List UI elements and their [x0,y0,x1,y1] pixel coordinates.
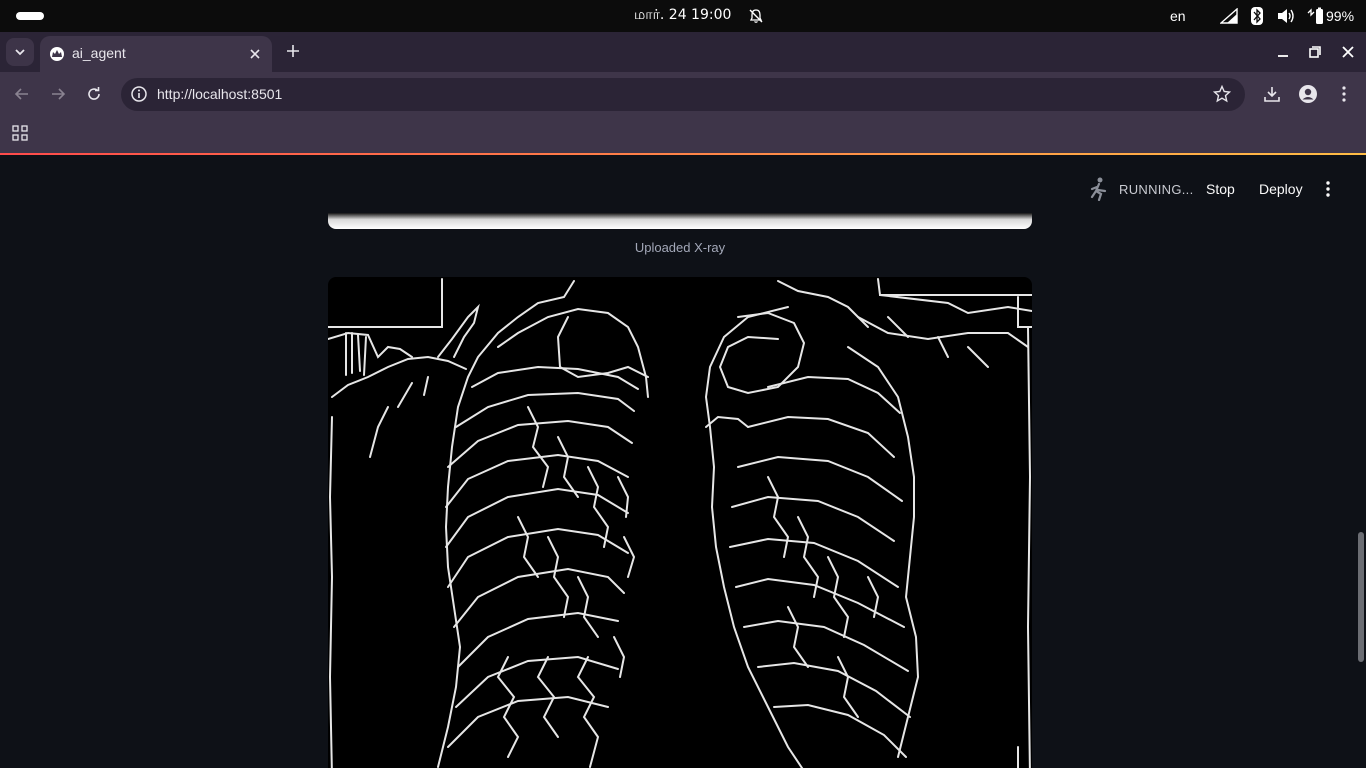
chevron-down-icon [15,49,25,56]
plus-icon [287,45,299,57]
apps-grid-icon[interactable] [12,125,28,141]
downloads-button[interactable] [1261,83,1283,105]
close-window-button[interactable] [1338,42,1358,62]
running-man-icon [1090,177,1107,201]
deploy-button[interactable]: Deploy [1259,181,1303,197]
stop-button[interactable]: Stop [1206,181,1235,197]
forward-button[interactable] [46,82,70,106]
profile-button[interactable] [1297,83,1319,105]
tab-ai-agent[interactable]: ai_agent [40,36,272,72]
browser-toolbar: http://localhost:8501 [0,72,1366,117]
image-caption: Uploaded X-ray [634,240,726,255]
browser-menu-button[interactable] [1333,83,1355,105]
close-window-icon [1342,46,1354,58]
reload-button[interactable] [82,82,106,106]
app-main: Uploaded X-ray [0,155,1366,768]
xray-edge-map [328,278,1032,768]
account-icon [1299,85,1317,103]
network-signal-icon [1220,8,1238,24]
uploaded-xray-image [328,213,1032,229]
close-icon[interactable] [246,45,264,63]
running-status: RUNNING... [1119,182,1194,197]
kebab-icon [1326,181,1330,197]
volume-icon [1278,9,1294,23]
address-bar[interactable]: http://localhost:8501 [121,78,1245,111]
os-top-bar: மார். 24 19:00 en 99% [0,0,1366,32]
edge-detection-image [328,277,1032,768]
new-tab-button[interactable] [282,40,304,62]
battery-icon [1307,7,1323,24]
maximize-button[interactable] [1305,42,1325,62]
restore-icon [1309,46,1321,58]
minimize-button[interactable] [1273,42,1293,62]
app-menu-button[interactable] [1318,179,1338,199]
arrow-left-icon [14,88,28,100]
kebab-icon [1342,86,1346,102]
download-icon [1264,87,1280,102]
bookmarks-bar [0,117,1366,153]
battery-percentage: 99% [1326,8,1355,24]
url-text[interactable]: http://localhost:8501 [157,86,282,102]
arrow-right-icon [52,88,66,100]
star-icon[interactable] [1213,85,1231,103]
notifications-muted-icon [749,9,763,23]
tab-title: ai_agent [72,45,126,61]
app-header: RUNNING... Stop Deploy [0,155,1366,213]
os-clock[interactable]: மார். 24 19:00 [634,7,731,25]
info-icon[interactable] [129,84,149,104]
tab-search-button[interactable] [6,38,34,66]
keyboard-language[interactable]: en [1170,8,1186,24]
reload-icon [88,87,100,100]
page-scrollbar[interactable] [1358,532,1364,662]
activities-pill[interactable] [16,12,44,20]
browser-tab-strip: ai_agent [0,32,1366,72]
streamlit-crown-icon [50,47,64,61]
bluetooth-icon [1251,7,1263,25]
back-button[interactable] [10,82,34,106]
minimize-icon [1278,55,1288,57]
